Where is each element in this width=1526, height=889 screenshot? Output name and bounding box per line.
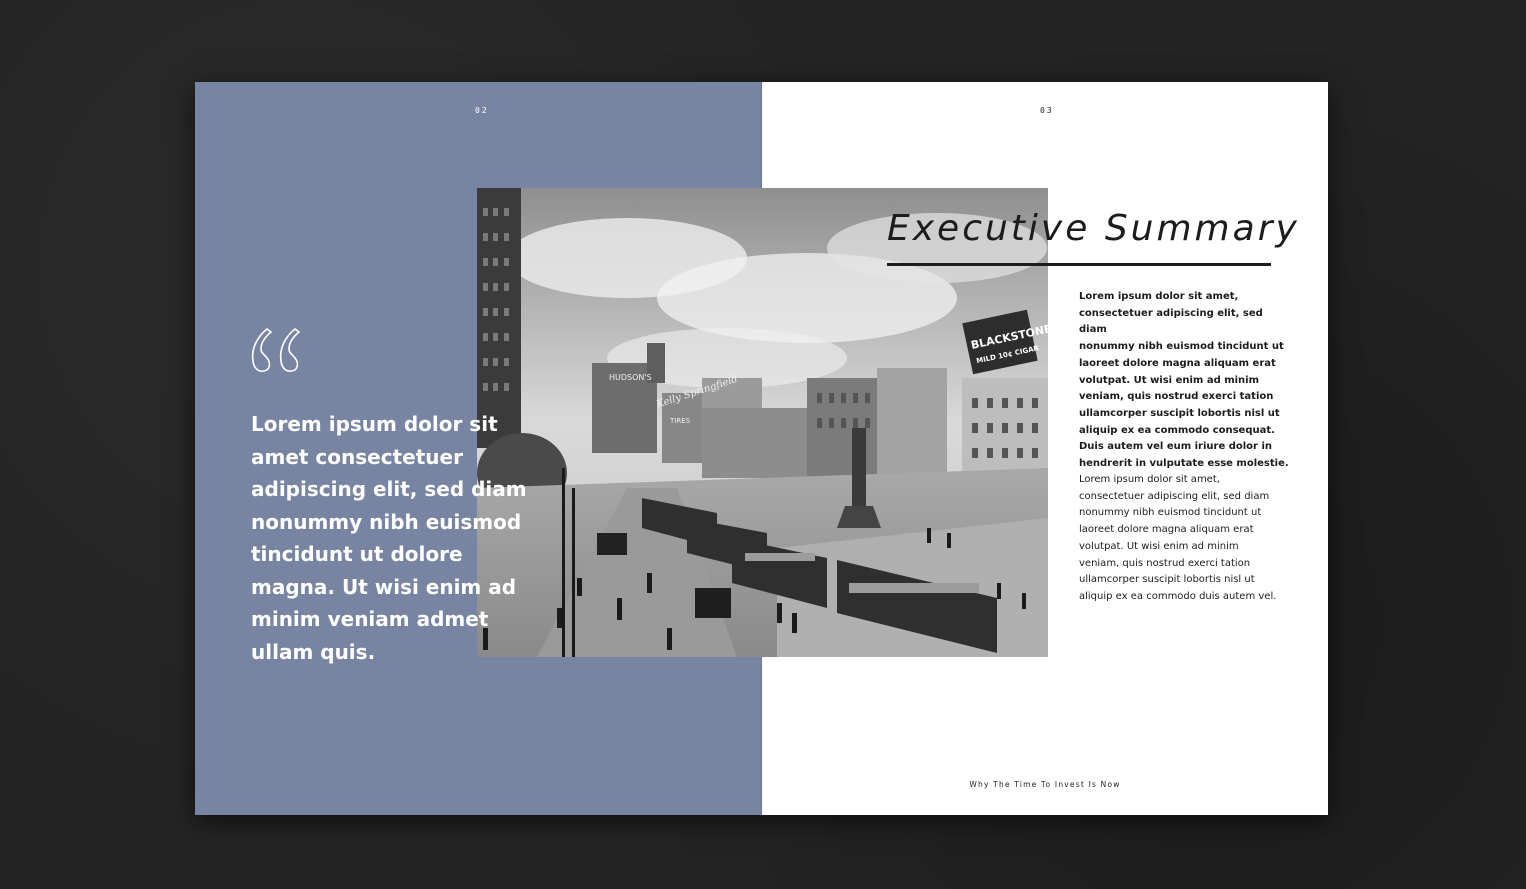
summary-paragraph-2: Lorem ipsum dolor sit amet, consectetuer… <box>1079 474 1277 602</box>
title-underline <box>887 263 1271 266</box>
brochure-spread: 02 Lorem ipsum dolor sit amet consectetu… <box>195 82 1328 815</box>
historic-street-photo: BLACKSTONE MILD 10¢ CIGAR HUDSON'S Kelly… <box>477 188 1048 657</box>
page-title: Executive Summary <box>887 208 1300 249</box>
page-footer: Why The Time To Invest Is Now <box>969 780 1121 789</box>
left-page-number: 02 <box>475 106 489 115</box>
right-page-number: 03 <box>1040 106 1054 115</box>
store-sign-text: HUDSON'S <box>609 373 652 382</box>
pull-quote: Lorem ipsum dolor sit amet consectetuer … <box>251 412 527 664</box>
tire-sub-text: TIRES <box>669 417 691 425</box>
summary-paragraph-1: Lorem ipsum dolor sit amet, consectetuer… <box>1079 291 1289 470</box>
quotation-mark-icon <box>251 327 301 372</box>
